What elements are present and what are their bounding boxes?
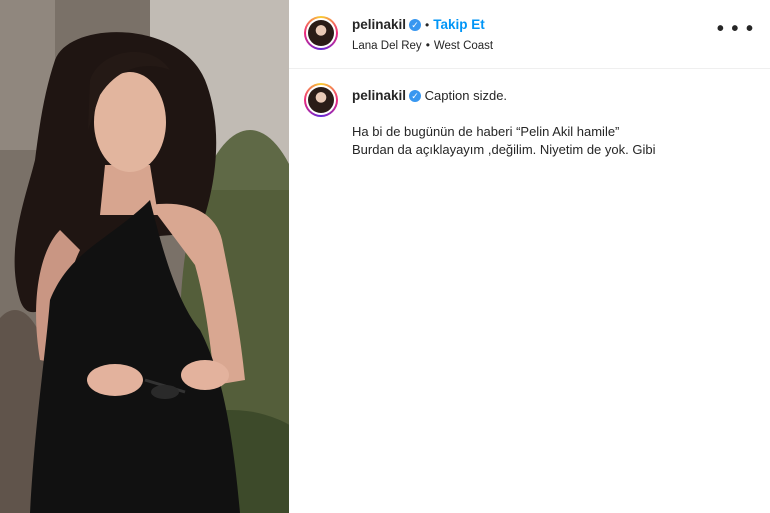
more-options-icon[interactable]: • • • xyxy=(717,19,754,39)
author-avatar[interactable] xyxy=(304,16,338,50)
follow-button[interactable]: Takip Et xyxy=(433,17,485,32)
post-detail-panel: pelinakil ✓ • Takip Et Lana Del Rey • West Co… xyxy=(289,0,770,513)
caption-text-first: Caption sizde. xyxy=(424,88,508,103)
author-username[interactable]: pelinakil xyxy=(352,17,406,32)
header-title-row: pelinakil ✓ • Takip Et xyxy=(352,16,485,34)
audio-attribution[interactable]: Lana Del Rey • West Coast xyxy=(352,38,493,52)
audio-artist: Lana Del Rey xyxy=(352,40,422,52)
caption-avatar-ring xyxy=(306,85,336,115)
post-header: pelinakil ✓ • Takip Et Lana Del Rey • West Co… xyxy=(289,0,770,69)
separator-dot: • xyxy=(425,18,430,32)
caption-username[interactable]: pelinakil xyxy=(352,88,406,103)
verified-badge-icon: ✓ xyxy=(409,19,422,31)
avatar-story-ring xyxy=(306,18,336,48)
caption-text-line-2: Ha bi de bugünün de haberi “Pelin Akil h… xyxy=(352,124,620,139)
caption-verified-badge-icon: ✓ xyxy=(409,90,422,102)
post-photo[interactable] xyxy=(0,0,289,513)
audio-separator-dot: • xyxy=(425,38,430,52)
caption-block: pelinakil ✓ Caption sizde. Ha bi de bugün… xyxy=(352,87,752,159)
post-photo-illustration xyxy=(0,0,289,513)
audio-track: West Coast xyxy=(433,40,494,52)
caption-text-line-3: Burdan da açıklayayım ,değilim. Niyetim … xyxy=(352,142,656,157)
avatar-image xyxy=(308,20,334,46)
caption-author-avatar[interactable] xyxy=(304,83,338,117)
caption-avatar-image xyxy=(308,87,334,113)
caption-first-line: pelinakil ✓ Caption sizde. xyxy=(352,87,752,105)
